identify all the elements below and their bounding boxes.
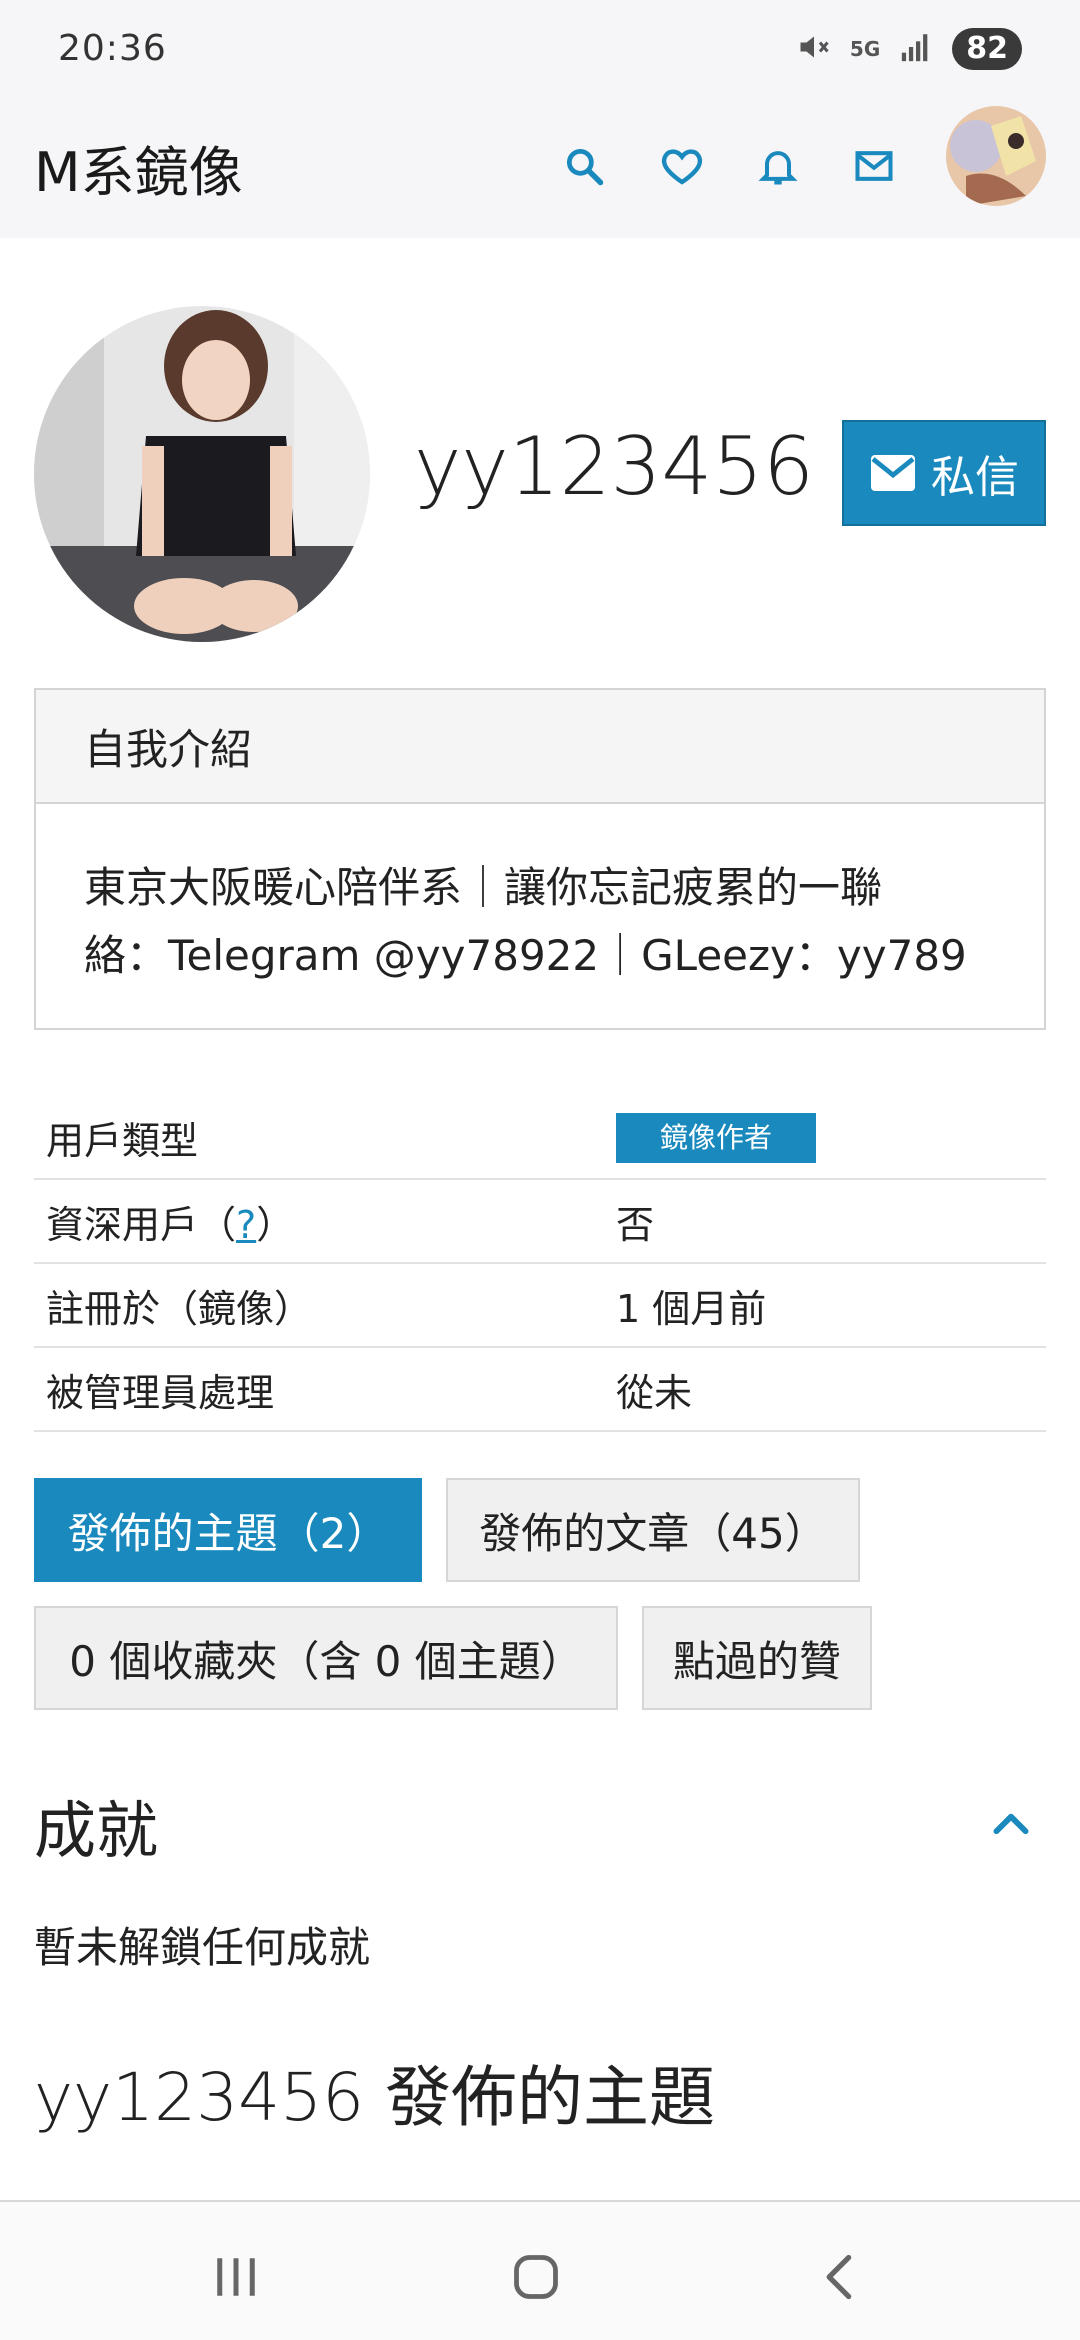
role-badge[interactable]: 鏡像作者 <box>616 1112 817 1163</box>
tab-favorites[interactable]: 0 個收藏夾（含 0 個主題） <box>34 1606 618 1710</box>
info-value: 否 <box>616 1202 655 1247</box>
intro-panel: 自我介紹 東京大阪暖心陪伴系｜讓你忘記疲累的一聯 絡：Telegram @yy7… <box>34 688 1046 1030</box>
mail-icon[interactable] <box>844 136 904 196</box>
profile-username: yy123456 <box>414 420 815 513</box>
status-bar: 20:36 5G 82 <box>0 0 1080 100</box>
intro-heading: 自我介紹 <box>36 690 1044 804</box>
info-value-cell: 鏡像作者 <box>616 1112 1046 1163</box>
signal-icon <box>898 30 934 68</box>
mute-icon <box>796 29 832 69</box>
info-row-user-type: 用戶類型 鏡像作者 <box>34 1096 1046 1180</box>
battery-indicator: 82 <box>952 28 1022 70</box>
heart-icon[interactable] <box>652 136 712 196</box>
achievements-title: 成就 <box>34 1794 159 1867</box>
recent-apps-icon[interactable] <box>196 2242 276 2312</box>
info-row-senior-user: 資深用戶（?） 否 <box>34 1180 1046 1264</box>
info-label: 註冊於（鏡像） <box>46 1286 313 1331</box>
chevron-up-icon[interactable] <box>986 1800 1036 1850</box>
info-label: 用戶類型 <box>46 1118 199 1163</box>
profile-avatar <box>34 306 370 642</box>
info-value: 從未 <box>616 1370 693 1415</box>
private-message-label: 私信 <box>931 452 1019 503</box>
achievements-empty: 暫未解鎖任何成就 <box>34 1923 371 1972</box>
search-icon[interactable] <box>554 136 614 196</box>
mail-icon <box>871 455 915 491</box>
info-label: 資深用戶（?） <box>34 1194 616 1249</box>
bell-icon[interactable] <box>748 136 808 196</box>
tab-posted-articles[interactable]: 發佈的文章（45） <box>446 1478 860 1582</box>
intro-line-2: 絡：Telegram @yy78922｜GLeezy：yy789 <box>84 931 967 980</box>
site-title[interactable]: M系鏡像 <box>34 128 243 207</box>
status-time: 20:36 <box>58 28 167 69</box>
info-row-registered: 註冊於（鏡像） 1 個月前 <box>34 1264 1046 1348</box>
posts-section-title: yy123456 發佈的主題 <box>34 2059 716 2136</box>
site-header: M系鏡像 <box>0 100 1080 238</box>
home-icon[interactable] <box>496 2242 576 2312</box>
info-row-moderation: 被管理員處理 從未 <box>34 1348 1046 1432</box>
network-label: 5G <box>849 37 881 61</box>
info-label-suffix: ） <box>256 1202 295 1247</box>
back-icon[interactable] <box>800 2242 880 2312</box>
user-avatar[interactable] <box>946 106 1046 206</box>
status-icons: 5G 82 <box>796 28 1022 70</box>
tab-liked[interactable]: 點過的贊 <box>642 1606 872 1710</box>
intro-body: 東京大阪暖心陪伴系｜讓你忘記疲累的一聯 絡：Telegram @yy78922｜… <box>36 804 1044 990</box>
user-info-table: 用戶類型 鏡像作者 資深用戶（?） 否 註冊於（鏡像） 1 個月前 被管理員處理… <box>34 1096 1046 1432</box>
info-label-prefix: 資深用戶（ <box>46 1202 237 1247</box>
senior-help-link[interactable]: ? <box>236 1203 256 1247</box>
system-nav-bar <box>0 2200 1080 2340</box>
info-value: 1 個月前 <box>616 1286 767 1331</box>
tab-posted-topics[interactable]: 發佈的主題（2） <box>34 1478 422 1582</box>
intro-line-1: 東京大阪暖心陪伴系｜讓你忘記疲累的一聯 <box>84 863 883 912</box>
info-label: 被管理員處理 <box>46 1370 275 1415</box>
private-message-button[interactable]: 私信 <box>842 420 1046 526</box>
